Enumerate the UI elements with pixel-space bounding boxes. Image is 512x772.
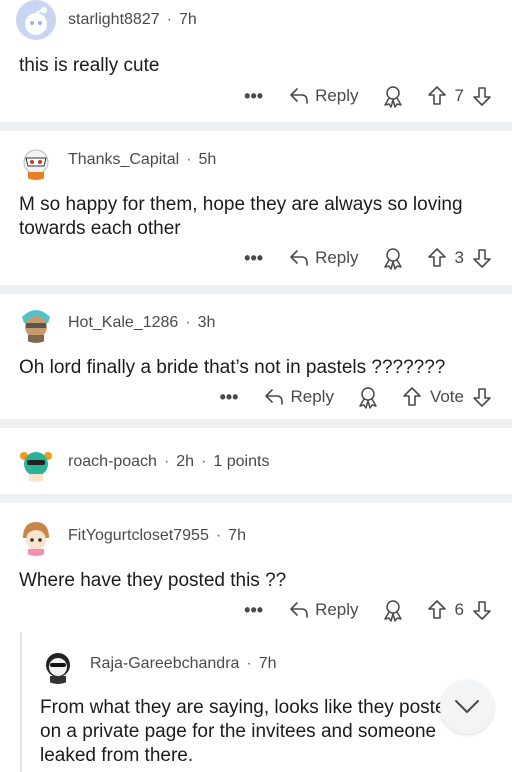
timestamp: 3h bbox=[197, 314, 216, 331]
upvote-arrow-icon[interactable] bbox=[402, 386, 422, 408]
username[interactable]: starlight8827 bbox=[68, 11, 160, 29]
vote-count: 6 bbox=[454, 600, 464, 619]
comment-body: this is really cute bbox=[19, 55, 160, 76]
award-button[interactable] bbox=[356, 385, 380, 409]
comment-divider bbox=[0, 419, 512, 428]
timestamp: 2h bbox=[176, 453, 195, 470]
comment-divider bbox=[0, 122, 512, 131]
username[interactable]: roach-poach bbox=[68, 453, 157, 471]
reply-arrow-icon bbox=[290, 88, 308, 104]
vote-controls: Vote bbox=[402, 386, 492, 408]
vote-label: Vote bbox=[429, 387, 464, 406]
comment-4-collapsed[interactable]: roach-poach · 2h · 1 points bbox=[0, 428, 512, 494]
separator-dot: · bbox=[186, 151, 192, 168]
award-button[interactable] bbox=[381, 84, 405, 108]
comment-body: Where have they posted this ?? bbox=[19, 570, 287, 591]
timestamp: 7h bbox=[258, 655, 277, 672]
comment-actions: ••• Reply 3 bbox=[244, 244, 492, 272]
downvote-arrow-icon[interactable] bbox=[472, 599, 492, 621]
vote-controls: 7 bbox=[427, 85, 492, 107]
avatar[interactable] bbox=[16, 516, 56, 556]
award-button[interactable] bbox=[381, 246, 405, 270]
timestamp: 7h bbox=[228, 527, 246, 544]
reply-label: Reply bbox=[315, 600, 359, 619]
snoo-avatar-icon bbox=[23, 149, 49, 180]
snoo-avatar-icon bbox=[46, 653, 70, 684]
scroll-to-next-button[interactable] bbox=[440, 680, 494, 734]
separator-dot: · bbox=[215, 527, 222, 544]
avatar[interactable] bbox=[38, 644, 78, 684]
vote-controls: 6 bbox=[427, 599, 492, 621]
snoo-avatar-icon bbox=[23, 522, 49, 556]
comment-header: starlight8827 · 7h bbox=[16, 0, 197, 40]
comment-5: FitYogurtcloset7955 · 7h Where have they… bbox=[0, 503, 512, 633]
username[interactable]: Hot_Kale_1286 bbox=[68, 314, 178, 332]
separator-dot: · bbox=[166, 11, 172, 28]
comment-actions: ••• Reply 7 bbox=[244, 82, 492, 110]
points-count: 1 points bbox=[213, 453, 270, 470]
comment-header: Thanks_Capital · 5h bbox=[16, 140, 216, 180]
reply-button[interactable]: Reply bbox=[289, 86, 359, 106]
username[interactable]: Thanks_Capital bbox=[68, 151, 179, 169]
reply-arrow-icon bbox=[265, 389, 284, 405]
comment-divider bbox=[0, 494, 512, 503]
separator-dot: · bbox=[246, 655, 252, 672]
comment-actions: ••• Reply Vote bbox=[220, 383, 492, 411]
award-button[interactable] bbox=[381, 598, 405, 622]
username[interactable]: Raja-Gareebchandra bbox=[90, 655, 239, 673]
award-icon bbox=[383, 600, 402, 622]
separator-dot: · bbox=[163, 453, 170, 470]
reply-arrow-icon bbox=[290, 602, 308, 618]
snoo-avatar-icon bbox=[20, 452, 52, 482]
award-icon bbox=[383, 248, 402, 270]
avatar[interactable] bbox=[16, 0, 56, 40]
more-options-button[interactable]: ••• bbox=[220, 388, 239, 406]
comment-actions: ••• Reply 6 bbox=[244, 596, 492, 624]
upvote-arrow-icon[interactable] bbox=[427, 85, 447, 107]
upvote-arrow-icon[interactable] bbox=[427, 599, 447, 621]
more-options-button[interactable]: ••• bbox=[244, 87, 263, 105]
reply-button[interactable]: Reply bbox=[264, 387, 334, 407]
reply-button[interactable]: Reply bbox=[289, 600, 359, 620]
snoo-avatar-icon bbox=[25, 7, 47, 35]
downvote-arrow-icon[interactable] bbox=[472, 247, 492, 269]
award-icon bbox=[359, 387, 377, 409]
more-options-button[interactable]: ••• bbox=[244, 601, 263, 619]
comment-header: Hot_Kale_1286 · 3h bbox=[16, 303, 215, 343]
award-icon bbox=[383, 86, 402, 108]
comment-1: starlight8827 · 7h this is really cute •… bbox=[0, 0, 512, 122]
comment-header: Raja-Gareebchandra · 7h bbox=[38, 644, 277, 684]
comment-body: M so happy for them, hope they are alway… bbox=[19, 194, 463, 239]
avatar[interactable] bbox=[16, 303, 56, 343]
comment-header: FitYogurtcloset7955 · 7h bbox=[16, 516, 246, 556]
comment-2: Thanks_Capital · 5h M so happy for them,… bbox=[0, 131, 512, 285]
comment-3: Hot_Kale_1286 · 3h Oh lord finally a bri… bbox=[0, 294, 512, 419]
reply-button[interactable]: Reply bbox=[289, 248, 359, 268]
avatar[interactable] bbox=[16, 442, 56, 482]
separator-dot: · bbox=[185, 314, 191, 331]
downvote-arrow-icon[interactable] bbox=[472, 85, 492, 107]
reply-label: Reply bbox=[290, 387, 334, 406]
avatar[interactable] bbox=[16, 140, 56, 180]
more-options-button[interactable]: ••• bbox=[244, 249, 263, 267]
reply-arrow-icon bbox=[290, 250, 308, 266]
timestamp: 7h bbox=[178, 11, 197, 28]
snoo-avatar-icon bbox=[22, 310, 50, 343]
vote-count: 7 bbox=[454, 86, 464, 105]
downvote-arrow-icon[interactable] bbox=[472, 386, 492, 408]
upvote-arrow-icon[interactable] bbox=[427, 247, 447, 269]
separator-dot: · bbox=[201, 453, 207, 470]
username[interactable]: FitYogurtcloset7955 bbox=[68, 527, 209, 545]
vote-count: 3 bbox=[454, 248, 464, 267]
comment-header: roach-poach · 2h · 1 points bbox=[16, 442, 269, 482]
reply-label: Reply bbox=[315, 86, 359, 105]
comment-body: Oh lord finally a bride that’s not in pa… bbox=[19, 357, 446, 378]
reply-label: Reply bbox=[315, 248, 359, 267]
timestamp: 5h bbox=[198, 151, 217, 168]
comment-body: From what they are saying, looks like th… bbox=[40, 697, 471, 766]
comment-divider bbox=[0, 285, 512, 294]
vote-controls: 3 bbox=[427, 247, 492, 269]
chevron-down-icon bbox=[455, 700, 479, 713]
